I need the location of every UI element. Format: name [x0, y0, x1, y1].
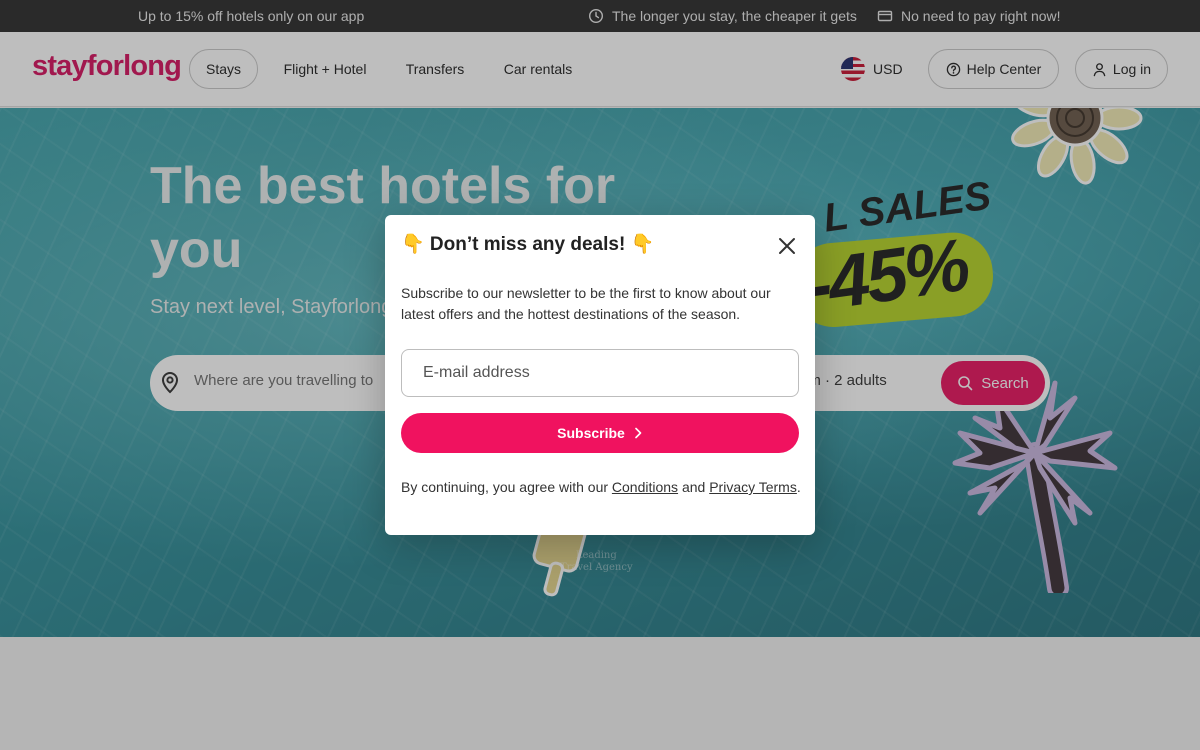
close-button[interactable] [774, 233, 800, 259]
legal-and: and [681, 479, 706, 495]
legal-prefix: By continuing, you agree with our [401, 479, 609, 495]
legal-text: By continuing, you agree with our Condit… [401, 477, 801, 498]
newsletter-modal: 👇 Don’t miss any deals! 👇 Subscribe to o… [385, 215, 815, 535]
modal-description: Subscribe to our newsletter to be the fi… [401, 285, 771, 322]
chevron-right-icon [635, 427, 642, 439]
legal-suffix: . [796, 479, 801, 495]
subscribe-button[interactable]: Subscribe [401, 413, 799, 453]
conditions-link[interactable]: Conditions [612, 479, 678, 495]
subscribe-button-label: Subscribe [557, 425, 625, 441]
privacy-terms-link[interactable]: Privacy Terms [709, 479, 797, 495]
close-icon [779, 238, 795, 254]
email-field[interactable] [401, 349, 799, 397]
modal-title: 👇 Don’t miss any deals! 👇 [401, 234, 655, 255]
